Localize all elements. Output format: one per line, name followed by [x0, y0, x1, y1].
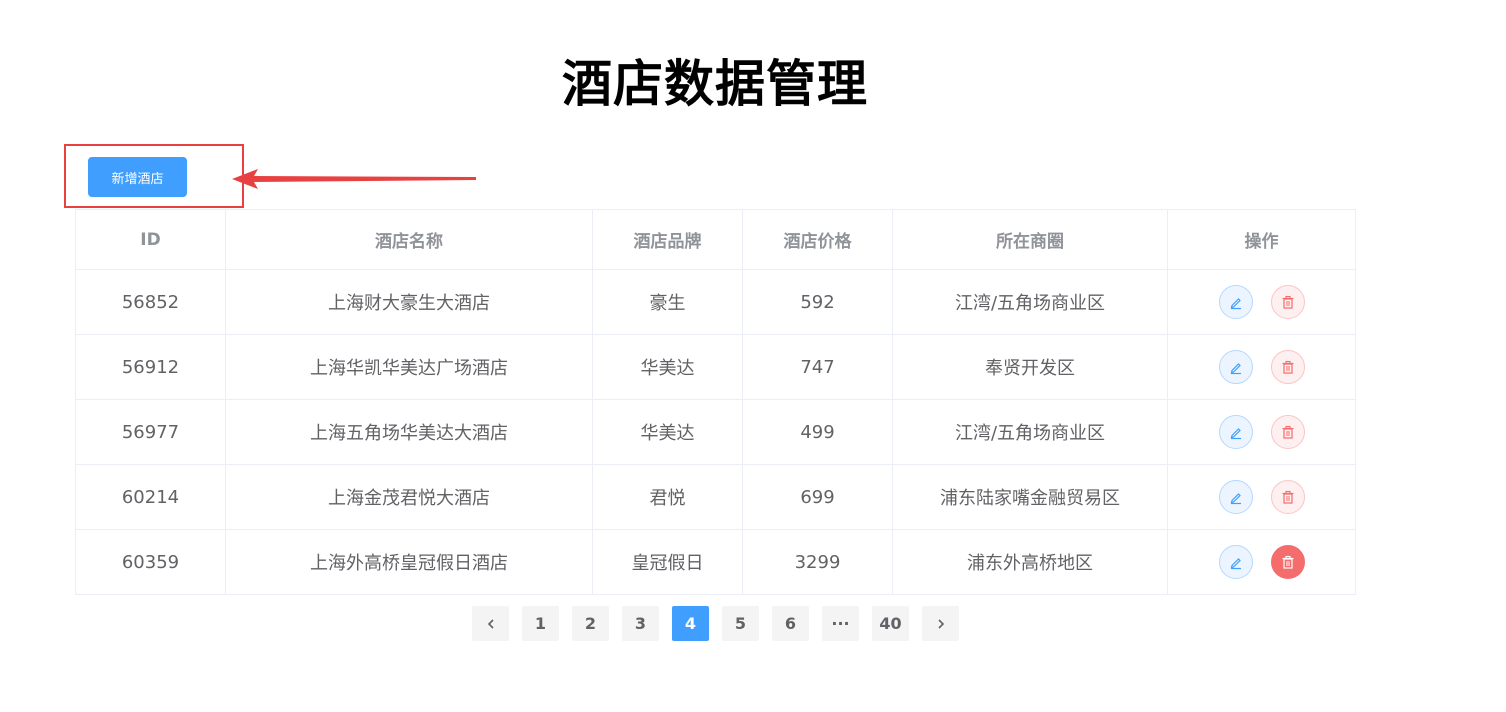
delete-icon: [1282, 555, 1293, 569]
page-button-6[interactable]: 6: [772, 606, 809, 641]
chevron-left-icon: [487, 618, 494, 629]
delete-button[interactable]: [1270, 350, 1305, 384]
cell-brand: 皇冠假日: [592, 529, 743, 595]
page-title: 酒店数据管理: [562, 55, 868, 113]
edit-icon: [1230, 363, 1241, 375]
table-row: 60214 上海金茂君悦大酒店 君悦 699 浦东陆家嘴金融贸易区: [75, 464, 1356, 530]
page-button-1[interactable]: 1: [522, 606, 559, 641]
cell-brand: 君悦: [592, 464, 743, 530]
cell-actions: [1167, 399, 1356, 465]
cell-area: 江湾/五角场商业区: [892, 399, 1168, 465]
annotation-arrow-icon: [232, 169, 476, 189]
page-button-2[interactable]: 2: [572, 606, 609, 641]
hotel-table: ID 酒店名称 酒店品牌 酒店价格 所在商圈 操作 56852 上海财大豪生大酒…: [75, 209, 1356, 595]
cell-name: 上海华凯华美达广场酒店: [225, 334, 593, 400]
delete-icon: [1282, 425, 1293, 439]
cell-brand: 华美达: [592, 399, 743, 465]
delete-button[interactable]: [1270, 480, 1305, 514]
page-button-5[interactable]: 5: [722, 606, 759, 641]
edit-button[interactable]: [1218, 415, 1253, 449]
cell-id: 56912: [75, 334, 226, 400]
column-header-price: 酒店价格: [742, 209, 893, 270]
delete-button[interactable]: [1270, 415, 1305, 449]
page-button-40[interactable]: 40: [872, 606, 909, 641]
cell-area: 浦东外高桥地区: [892, 529, 1168, 595]
cell-name: 上海财大豪生大酒店: [225, 269, 593, 335]
cell-area: 江湾/五角场商业区: [892, 269, 1168, 335]
cell-price: 499: [742, 399, 893, 465]
page-button-3[interactable]: 3: [622, 606, 659, 641]
cell-actions: [1167, 334, 1356, 400]
cell-id: 60359: [75, 529, 226, 595]
cell-price: 747: [742, 334, 893, 400]
chevron-right-icon: [937, 618, 944, 629]
column-header-actions: 操作: [1167, 209, 1356, 270]
cell-id: 56852: [75, 269, 226, 335]
edit-icon: [1230, 428, 1241, 440]
edit-button[interactable]: [1218, 545, 1253, 579]
edit-button[interactable]: [1218, 480, 1253, 514]
cell-price: 592: [742, 269, 893, 335]
cell-id: 56977: [75, 399, 226, 465]
delete-button[interactable]: [1270, 545, 1305, 579]
cell-actions: [1167, 269, 1356, 335]
page-button-4-current[interactable]: 4: [672, 606, 709, 641]
delete-icon: [1282, 295, 1293, 309]
cell-actions: [1167, 464, 1356, 530]
cell-name: 上海五角场华美达大酒店: [225, 399, 593, 465]
table-row: 60359 上海外高桥皇冠假日酒店 皇冠假日 3299 浦东外高桥地区: [75, 529, 1356, 595]
edit-icon: [1230, 558, 1241, 570]
prev-page-button[interactable]: [472, 606, 509, 641]
table-row: 56912 上海华凯华美达广场酒店 华美达 747 奉贤开发区: [75, 334, 1356, 400]
edit-icon: [1230, 298, 1241, 310]
delete-icon: [1282, 490, 1293, 504]
column-header-id: ID: [75, 209, 226, 270]
next-page-button[interactable]: [922, 606, 959, 641]
cell-name: 上海外高桥皇冠假日酒店: [225, 529, 593, 595]
edit-button[interactable]: [1218, 350, 1253, 384]
table-row: 56852 上海财大豪生大酒店 豪生 592 江湾/五角场商业区: [75, 269, 1356, 335]
cell-name: 上海金茂君悦大酒店: [225, 464, 593, 530]
pagination: 1 2 3 4 5 6 ··· 40: [472, 606, 959, 641]
cell-id: 60214: [75, 464, 226, 530]
cell-brand: 华美达: [592, 334, 743, 400]
add-hotel-button[interactable]: 新增酒店: [88, 157, 187, 197]
cell-actions: [1167, 529, 1356, 595]
cell-price: 3299: [742, 529, 893, 595]
cell-area: 奉贤开发区: [892, 334, 1168, 400]
edit-button[interactable]: [1218, 285, 1253, 319]
cell-brand: 豪生: [592, 269, 743, 335]
delete-button[interactable]: [1270, 285, 1305, 319]
cell-price: 699: [742, 464, 893, 530]
edit-icon: [1230, 493, 1241, 505]
cell-area: 浦东陆家嘴金融贸易区: [892, 464, 1168, 530]
column-header-name: 酒店名称: [225, 209, 593, 270]
delete-icon: [1282, 360, 1293, 374]
more-pages-button[interactable]: ···: [822, 606, 859, 641]
column-header-brand: 酒店品牌: [592, 209, 743, 270]
table-header-row: ID 酒店名称 酒店品牌 酒店价格 所在商圈 操作: [75, 209, 1356, 270]
column-header-area: 所在商圈: [892, 209, 1168, 270]
table-row: 56977 上海五角场华美达大酒店 华美达 499 江湾/五角场商业区: [75, 399, 1356, 465]
